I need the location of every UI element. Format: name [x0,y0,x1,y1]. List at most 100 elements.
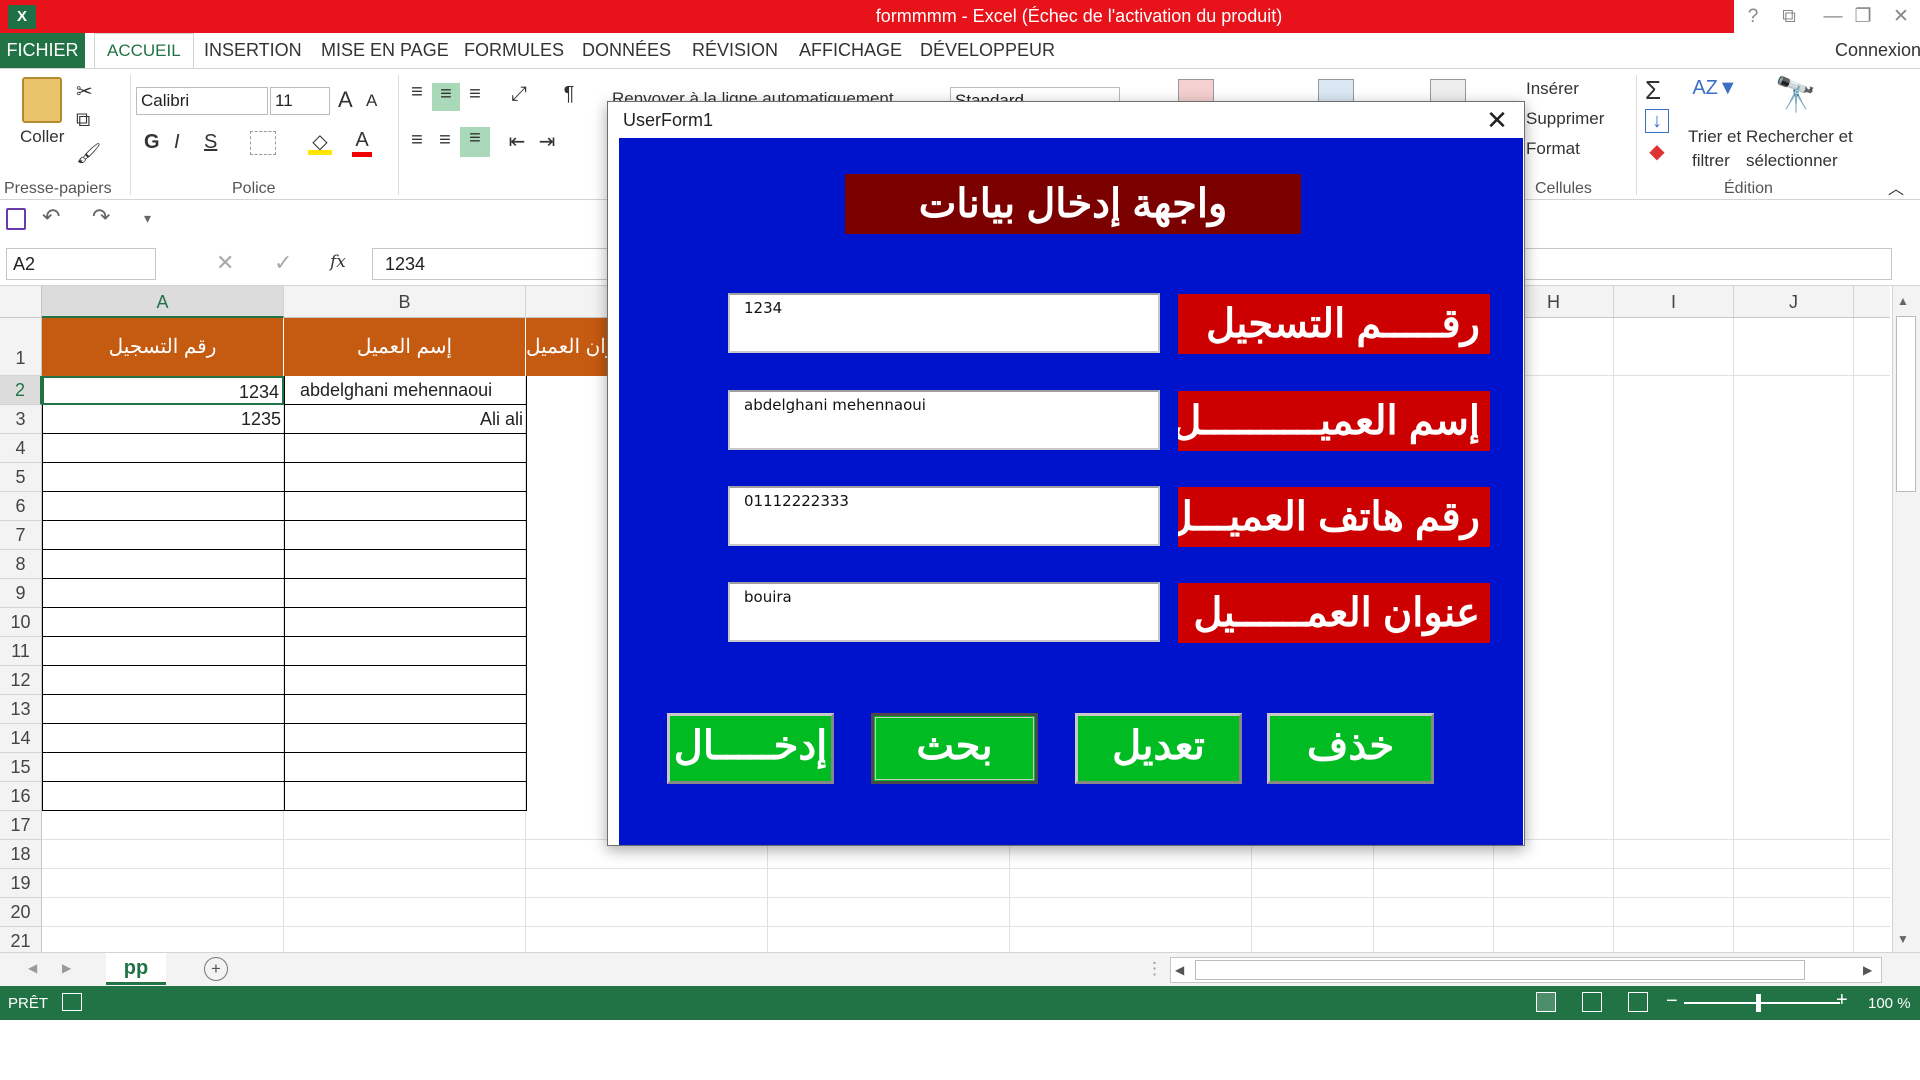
delete-button[interactable]: خذف [1267,713,1434,784]
align-left-icon[interactable]: ≡ [404,129,430,155]
tab-formulas[interactable]: FORMULES [464,40,564,61]
find-select-label-1[interactable]: Rechercher et [1746,127,1853,147]
column-header-i[interactable]: I [1614,286,1734,318]
row-header-3[interactable]: 3 [0,405,42,434]
row-header-13[interactable]: 13 [0,695,42,724]
row-header-17[interactable]: 17 [0,811,42,840]
search-button[interactable]: بحث [871,713,1038,784]
collapse-ribbon-icon[interactable]: ︿ [1888,175,1904,199]
insert-button[interactable]: إدخـــــال [667,713,834,784]
name-box[interactable]: A2 [6,248,156,280]
sort-filter-label-2[interactable]: filtrer [1692,151,1730,171]
select-all-corner[interactable] [0,286,42,318]
page-break-view-icon[interactable] [1628,992,1648,1012]
increase-indent-icon[interactable]: ⇥ [534,129,560,155]
underline-button[interactable]: S [204,131,217,154]
sheet-prev-icon[interactable]: ◀ [28,961,37,975]
new-sheet-icon[interactable]: + [204,957,228,981]
cut-icon[interactable]: ✂ [76,79,93,104]
horizontal-scrollbar[interactable]: ◀ ▶ [1170,957,1882,983]
save-icon[interactable] [6,208,26,230]
paste-label[interactable]: Coller [20,127,64,147]
header-cell-b1[interactable]: إسم العميل [284,318,526,376]
zoom-slider[interactable] [1684,1002,1840,1004]
vertical-scrollbar[interactable]: ▲ ▼ [1892,286,1920,952]
tab-page-layout[interactable]: MISE EN PAGE [321,40,449,61]
find-select-icon[interactable]: 🔭 [1774,75,1818,117]
row-header-15[interactable]: 15 [0,753,42,782]
paragraph-direction-icon[interactable]: ¶ [556,83,582,109]
undo-icon[interactable]: ↶ [42,204,60,230]
font-name-select[interactable]: Calibri [136,87,268,115]
close-window-icon[interactable]: ✕ [1884,4,1918,30]
minimize-icon[interactable]: — [1816,4,1850,30]
macro-record-icon[interactable] [62,993,82,1011]
align-center-icon[interactable]: ≡ [432,129,458,155]
insert-function-button[interactable]: fx [330,252,346,272]
tab-file[interactable]: FICHIER [0,33,85,68]
format-cells-button[interactable]: Format [1526,139,1580,159]
copy-icon[interactable]: ⧉ [76,109,90,132]
paste-icon[interactable] [22,77,62,123]
row-header-19[interactable]: 19 [0,869,42,898]
cancel-entry-icon[interactable]: ✕ [216,250,234,276]
align-middle-icon[interactable]: ≡ [432,83,460,111]
tab-view[interactable]: AFFICHAGE [799,40,902,61]
grow-font-button[interactable]: A [338,87,353,113]
column-header-b[interactable]: B [284,286,526,318]
input-registration-number[interactable]: 1234 [728,293,1160,353]
row-header-4[interactable]: 4 [0,434,42,463]
clear-icon[interactable]: ◆ [1645,139,1669,163]
align-right-icon[interactable]: ≡ [460,127,490,157]
italic-button[interactable]: I [174,131,180,154]
delete-cells-button[interactable]: Supprimer [1526,109,1604,129]
tab-data[interactable]: DONNÉES [582,40,671,61]
restore-icon[interactable]: ❐ [1846,4,1880,30]
customize-qat-icon[interactable]: ▾ [144,210,151,227]
input-customer-phone[interactable]: 01112222333 [728,486,1160,546]
row-header-16[interactable]: 16 [0,782,42,811]
scroll-down-icon[interactable]: ▼ [1897,932,1909,946]
help-icon[interactable]: ? [1736,4,1770,30]
decrease-indent-icon[interactable]: ⇤ [504,129,530,155]
scroll-up-icon[interactable]: ▲ [1897,294,1909,308]
autosum-button[interactable]: Σ [1645,75,1661,106]
zoom-thumb[interactable] [1756,994,1761,1012]
row-header-11[interactable]: 11 [0,637,42,666]
align-bottom-icon[interactable]: ≡ [462,83,488,109]
column-header-a[interactable]: A [42,286,284,318]
column-header-j[interactable]: J [1734,286,1854,318]
hscroll-thumb[interactable] [1195,960,1805,980]
row-header-14[interactable]: 14 [0,724,42,753]
header-cell-a1[interactable]: رقم التسجيل [42,318,284,376]
row-header-2[interactable]: 2 [0,376,42,405]
input-customer-address[interactable]: bouira [728,582,1160,642]
format-painter-icon[interactable]: 🖌 [76,141,101,166]
redo-icon[interactable]: ↷ [92,204,110,230]
font-size-select[interactable]: 11 [270,87,330,115]
row-header-6[interactable]: 6 [0,492,42,521]
scroll-thumb[interactable] [1896,316,1916,492]
edit-button[interactable]: تعديل [1075,713,1242,784]
normal-view-icon[interactable] [1536,992,1556,1012]
zoom-level[interactable]: 100 % [1868,995,1911,1012]
zoom-out-icon[interactable]: − [1666,990,1678,1013]
font-color-button[interactable]: A [352,129,372,157]
hscroll-left-icon[interactable]: ◀ [1175,963,1184,977]
row-header-12[interactable]: 12 [0,666,42,695]
userform-close-icon[interactable]: ✕ [1482,106,1512,134]
ribbon-display-options-icon[interactable]: ⧉ [1772,4,1806,30]
bold-button[interactable]: G [144,131,160,154]
signin-link[interactable]: Connexion [1835,40,1920,61]
confirm-entry-icon[interactable]: ✓ [274,250,292,276]
shrink-font-button[interactable]: A [366,91,377,111]
sort-filter-label-1[interactable]: Trier et [1688,127,1741,147]
borders-icon[interactable] [250,131,276,155]
insert-cells-button[interactable]: Insérer [1526,79,1579,99]
row-header-1[interactable]: 1 [0,318,42,376]
sheet-tab-pp[interactable]: pp [106,953,166,985]
tab-review[interactable]: RÉVISION [692,40,778,61]
cell-a2[interactable]: 1234 [42,376,284,405]
column-header-k[interactable]: K [1854,286,1890,318]
row-header-5[interactable]: 5 [0,463,42,492]
